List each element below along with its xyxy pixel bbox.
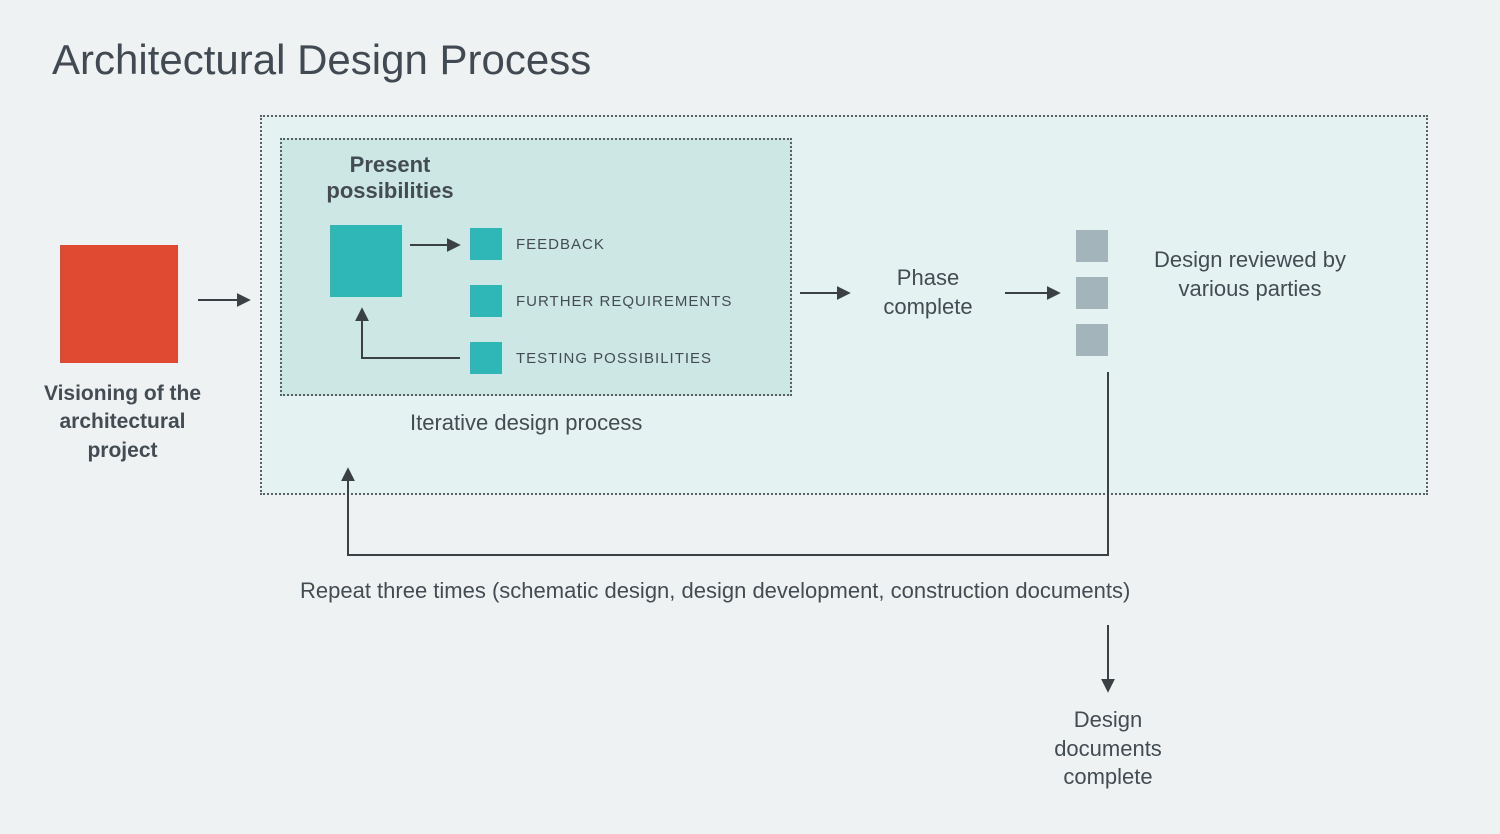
feedback-label: FEEDBACK: [516, 236, 605, 253]
present-square: [330, 225, 402, 297]
party-square-1: [1076, 230, 1108, 262]
testing-row: TESTING POSSIBILITIES: [470, 342, 712, 374]
feedback-row: FEEDBACK: [470, 228, 605, 260]
diagram-title: Architectural Design Process: [52, 36, 591, 84]
feedback-square: [470, 228, 502, 260]
visioning-square: [60, 245, 178, 363]
party-square-3: [1076, 324, 1108, 356]
testing-label: TESTING POSSIBILITIES: [516, 350, 712, 367]
iterative-process-label: Iterative design process: [410, 410, 642, 436]
further-req-square: [470, 285, 502, 317]
party-square-2: [1076, 277, 1108, 309]
further-req-row: FURTHER REQUIREMENTS: [470, 285, 732, 317]
phase-complete-label: Phase complete: [858, 264, 998, 321]
present-possibilities-label: Present possibilities: [310, 152, 470, 205]
testing-square: [470, 342, 502, 374]
repeat-caption: Repeat three times (schematic design, de…: [300, 578, 1130, 604]
further-req-label: FURTHER REQUIREMENTS: [516, 293, 732, 310]
design-complete-label: Design documents complete: [1028, 706, 1188, 792]
design-reviewed-label: Design reviewed by various parties: [1140, 246, 1360, 303]
visioning-label: Visioning of the architectural project: [40, 380, 205, 465]
